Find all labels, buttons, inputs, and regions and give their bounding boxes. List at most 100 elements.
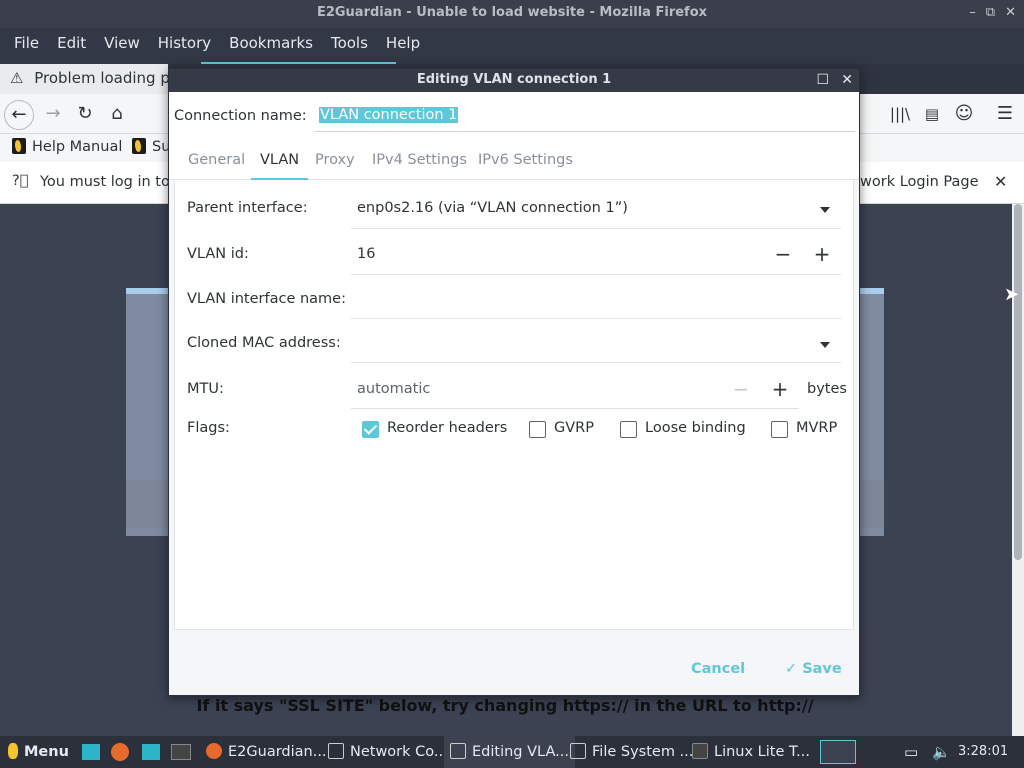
mouse-cursor-icon: ➤ — [1004, 284, 1020, 305]
minus-icon[interactable]: − — [772, 244, 794, 266]
tab-ipv4-settings[interactable]: IPv4 Settings — [372, 152, 467, 180]
parent-interface-label: Parent interface: — [187, 200, 308, 216]
loose-binding-checkbox[interactable] — [620, 421, 637, 438]
dialog-maximize-icon[interactable]: ☐ — [816, 69, 829, 91]
close-notification-icon[interactable]: ✕ — [994, 172, 1007, 191]
connection-name-row: Connection name: VLAN connection 1 — [169, 92, 859, 140]
browser-tab[interactable]: ⚠ Problem loading pa — [0, 64, 168, 94]
taskbar: Menu E2Guardian... Network Co... Editing… — [0, 736, 1024, 768]
menu-edit[interactable]: Edit — [49, 28, 94, 64]
hamburger-menu-icon[interactable]: ☰ — [990, 100, 1020, 130]
connection-name-value[interactable]: VLAN connection 1 — [319, 107, 459, 123]
tab-vlan[interactable]: VLAN — [251, 152, 309, 180]
cancel-button[interactable]: Cancel — [691, 661, 745, 677]
help-icon: ?⃝ — [12, 173, 29, 189]
menu-help[interactable]: Help — [378, 28, 428, 64]
taskbar-item-file-system[interactable]: File System ... — [570, 736, 693, 768]
save-button[interactable]: ✓ Save — [785, 661, 842, 677]
settings-tabs: General VLAN Proxy IPv4 Settings IPv6 Se… — [169, 140, 859, 180]
home-icon[interactable]: ⌂ — [102, 100, 132, 130]
plus-icon[interactable]: + — [811, 244, 833, 266]
taskbar-item-terminal[interactable]: Linux Lite T... — [692, 736, 810, 768]
gvrp-label[interactable]: GVRP — [554, 420, 594, 436]
taskbar-item-e2guardian[interactable]: E2Guardian... — [206, 736, 327, 768]
plus-icon[interactable]: + — [769, 379, 791, 401]
menu-bar: File Edit View History Bookmarks Tools H… — [0, 28, 1024, 65]
reorder-headers-label[interactable]: Reorder headers — [387, 420, 507, 436]
tab-title: Problem loading pa — [34, 69, 168, 87]
vlan-settings-panel: Parent interface: enp0s2.16 (via “VLAN c… — [174, 180, 854, 630]
flags-label: Flags: — [187, 420, 230, 436]
bookmark-help-manual[interactable]: Help Manual — [12, 138, 122, 155]
divider — [351, 408, 799, 409]
file-manager-icon[interactable] — [142, 744, 160, 760]
close-icon[interactable]: ✕ — [1005, 0, 1016, 26]
menu-bookmarks[interactable]: Bookmarks — [201, 28, 341, 65]
mtu-input[interactable]: automatic — [357, 381, 430, 397]
scrollbar-thumb[interactable] — [1014, 204, 1022, 560]
mvrp-checkbox[interactable] — [771, 421, 788, 438]
workspace-switcher[interactable] — [820, 740, 856, 764]
start-menu-button[interactable]: Menu — [8, 736, 69, 768]
chevron-down-icon[interactable] — [820, 207, 830, 213]
taskbar-item-editing-vlan[interactable]: Editing VLA... — [444, 736, 575, 768]
back-icon[interactable]: ← — [4, 100, 34, 130]
tab-ipv6-settings[interactable]: IPv6 Settings — [478, 152, 573, 180]
maximize-icon[interactable]: ⧉ — [986, 0, 995, 26]
notification-text: You must log in to — [40, 174, 170, 190]
reload-icon[interactable]: ↻ — [70, 100, 100, 130]
mvrp-label[interactable]: MVRP — [796, 420, 837, 436]
terminal-icon[interactable] — [171, 744, 191, 760]
forward-icon[interactable]: → — [38, 100, 68, 130]
firefox-title-bar: E2Guardian - Unable to load website - Mo… — [0, 0, 1024, 28]
drive-icon — [570, 743, 586, 759]
menu-view[interactable]: View — [96, 28, 148, 64]
desktop-icon[interactable] — [82, 744, 100, 760]
divider — [351, 362, 841, 363]
tab-proxy[interactable]: Proxy — [315, 152, 355, 180]
dialog-title-bar: Editing VLAN connection 1 ☐ ✕ — [169, 69, 859, 92]
linux-lite-icon — [12, 138, 26, 154]
vlan-id-input[interactable]: 16 — [357, 246, 375, 262]
cloned-mac-label: Cloned MAC address: — [187, 335, 341, 351]
warning-icon: ⚠ — [10, 69, 24, 87]
terminal-icon — [692, 743, 708, 759]
notification-icon[interactable]: ▭ — [904, 736, 918, 768]
menu-history[interactable]: History — [150, 28, 219, 64]
network-icon — [450, 743, 466, 759]
divider — [351, 318, 841, 319]
dialog-close-icon[interactable]: ✕ — [841, 69, 853, 91]
open-login-page-button[interactable]: work Login Page — [860, 174, 979, 190]
mtu-label: MTU: — [187, 381, 224, 397]
page-hint-text: If it says "SSL SITE" below, try changin… — [196, 696, 814, 715]
minus-icon: − — [732, 377, 750, 401]
gvrp-checkbox[interactable] — [529, 421, 546, 438]
firefox-icon — [206, 743, 222, 759]
connection-name-label: Connection name: — [174, 108, 307, 124]
account-icon[interactable]: ☺ — [949, 100, 979, 130]
divider — [351, 274, 841, 275]
parent-interface-select[interactable]: enp0s2.16 (via “VLAN connection 1”) — [357, 200, 628, 216]
clock[interactable]: 3:28:01 pm — [958, 736, 1024, 768]
library-icon[interactable]: |||\ — [885, 100, 915, 130]
mtu-unit: bytes — [807, 381, 847, 397]
linux-lite-icon — [8, 743, 18, 759]
tab-general[interactable]: General — [188, 152, 245, 180]
menu-file[interactable]: File — [6, 28, 47, 64]
volume-icon[interactable]: 🔈 — [932, 736, 951, 768]
linux-lite-icon — [132, 138, 146, 154]
dialog-title: Editing VLAN connection 1 — [416, 72, 612, 87]
vlan-id-label: VLAN id: — [187, 246, 249, 262]
bookmark-support[interactable]: Su — [132, 138, 170, 155]
chevron-down-icon[interactable] — [820, 342, 830, 348]
divider — [351, 228, 841, 229]
minimize-icon[interactable]: – — [969, 0, 976, 26]
taskbar-item-network-connections[interactable]: Network Co... — [328, 736, 448, 768]
reorder-headers-checkbox[interactable] — [362, 421, 379, 438]
vlan-interface-name-label: VLAN interface name: — [187, 291, 346, 307]
loose-binding-label[interactable]: Loose binding — [645, 420, 746, 436]
window-title: E2Guardian - Unable to load website - Mo… — [316, 5, 708, 20]
firefox-icon[interactable] — [111, 743, 129, 761]
sidebar-icon[interactable]: ▤ — [917, 100, 947, 130]
menu-tools[interactable]: Tools — [302, 28, 396, 65]
